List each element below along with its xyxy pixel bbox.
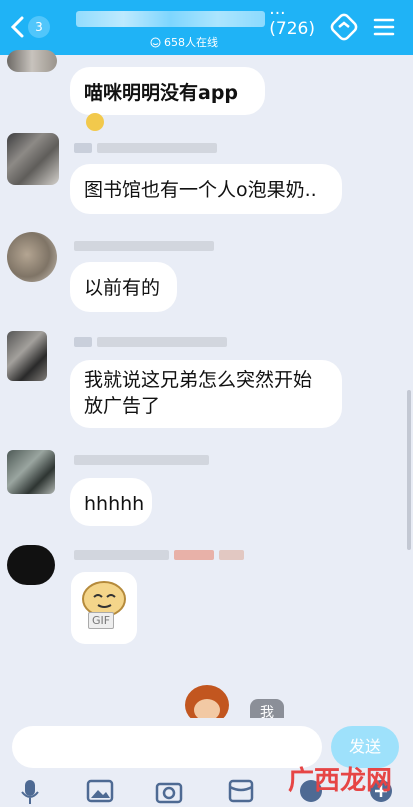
avatar[interactable] (7, 450, 55, 494)
avatar[interactable] (7, 331, 47, 381)
gif-sticker[interactable]: GIF (71, 572, 137, 644)
message-text-line2: 放广告了 (84, 395, 161, 417)
unread-badge: 3 (28, 16, 50, 38)
message-bubble: 图书馆也有一个人o泡果奶.. (70, 164, 342, 214)
message-bubble: 以前有的 (70, 262, 177, 312)
gif-label: GIF (88, 612, 115, 629)
sender-name-blurred (74, 550, 169, 560)
message-text: 以前有的 (84, 277, 161, 299)
message-bubble: hhhhh (70, 478, 152, 526)
message-bubble: 我就说这兄弟怎么突然开始 放广告了 (70, 360, 342, 428)
smile-icon (150, 37, 161, 47)
camera-icon[interactable] (155, 778, 183, 804)
sender-meta (74, 239, 214, 253)
sender-meta (74, 335, 227, 349)
avatar[interactable] (7, 232, 57, 282)
sender-name-blurred (74, 241, 214, 251)
avatar[interactable] (7, 545, 55, 585)
menu-icon[interactable] (372, 15, 396, 39)
sender-meta (74, 548, 244, 562)
mic-icon[interactable] (18, 778, 42, 806)
message-bubble: 喵咪明明没有app (70, 67, 265, 131)
scrollbar[interactable] (407, 390, 411, 550)
chevron-left-icon (10, 16, 24, 38)
red-packet-icon[interactable] (228, 778, 254, 804)
message-text: hhhhh (84, 493, 145, 515)
sender-title-blurred (174, 550, 214, 560)
emoji-icon (86, 112, 104, 131)
group-title[interactable]: ...(726) (76, 0, 331, 39)
back-button[interactable]: 3 (10, 12, 54, 42)
sender-title-blurred (219, 550, 244, 560)
chat-header: 3 ...(726) 658人在线 (0, 0, 413, 55)
sender-meta (74, 141, 217, 155)
level-badge (74, 337, 92, 347)
avatar[interactable] (7, 133, 59, 185)
message-text-line1: 我就说这兄弟怎么突然开始 (84, 369, 313, 391)
image-icon[interactable] (86, 778, 114, 804)
character-avatar-icon (185, 685, 229, 721)
message-input[interactable] (12, 726, 322, 768)
message-list[interactable]: 喵咪明明没有app 图书馆也有一个人o泡果奶.. 以前有的 我就说这兄弟怎么突然… (0, 50, 413, 755)
member-count: ...(726) (269, 0, 316, 39)
title-blurred (76, 11, 266, 27)
online-count: 658人在线 (164, 36, 218, 49)
avatar[interactable] (7, 50, 57, 72)
sender-meta (74, 453, 209, 467)
message-text: 图书馆也有一个人o泡果奶.. (84, 179, 317, 201)
watermark: 广西龙网 (288, 766, 393, 796)
message-text: 喵咪明明没有app (84, 82, 239, 104)
level-badge (74, 143, 92, 153)
sender-name-blurred (74, 455, 209, 465)
sender-name-blurred (97, 143, 217, 153)
sender-name-blurred (97, 337, 227, 347)
group-apps-icon[interactable] (330, 13, 358, 41)
online-status: 658人在线 (150, 34, 218, 50)
